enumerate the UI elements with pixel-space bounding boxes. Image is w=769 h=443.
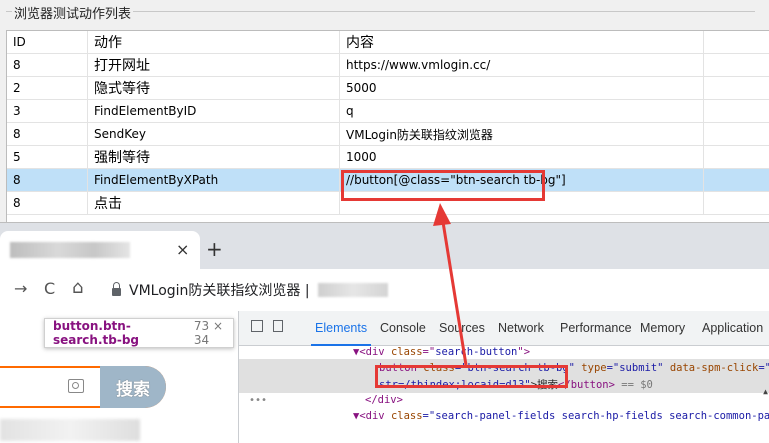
table-row[interactable]: 8 打开网址 https://www.vmlogin.cc/ xyxy=(7,54,769,77)
reload-icon[interactable]: C xyxy=(44,279,55,298)
tab-memory[interactable]: Memory xyxy=(640,321,685,335)
tooltip-selector: button.btn-search.tb-bg xyxy=(53,319,139,347)
camera-icon[interactable] xyxy=(68,379,84,393)
tab-application[interactable]: Application xyxy=(702,321,763,335)
row-id: 8 xyxy=(7,54,88,76)
devtools-highlight-box xyxy=(375,365,568,388)
tab-elements[interactable]: Elements xyxy=(310,321,372,346)
inspect-tooltip: button.btn-search.tb-bg 73 × 34 xyxy=(44,318,234,348)
row-id: 2 xyxy=(7,77,88,99)
table-row[interactable]: 3 FindElementByID q xyxy=(7,100,769,123)
table-row[interactable]: 5 强制等待 1000 xyxy=(7,146,769,169)
page-blurred-content xyxy=(0,419,140,441)
header-id[interactable]: ID xyxy=(7,31,88,53)
row-id: 3 xyxy=(7,100,88,122)
tooltip-size: 73 × 34 xyxy=(193,319,224,347)
scroll-up-icon[interactable]: ▲ xyxy=(763,387,768,396)
inspect-element-icon[interactable] xyxy=(251,320,263,332)
row-value: 5000 xyxy=(340,77,704,99)
code-line-4[interactable]: </div> xyxy=(365,394,403,406)
header-action[interactable]: 动作 xyxy=(88,31,340,53)
web-page: button.btn-search.tb-bg 73 × 34 搜索 xyxy=(0,311,238,443)
tab-console[interactable]: Console xyxy=(380,321,426,335)
row-id: 8 xyxy=(7,169,88,191)
table-row[interactable]: 2 隐式等待 5000 xyxy=(7,77,769,100)
row-action: FindElementByID xyxy=(88,100,340,122)
elements-tree[interactable]: ••• ▲ ▼<div class="search-button"> butto… xyxy=(239,345,769,443)
row-value: 1000 xyxy=(340,146,704,168)
browser-window: × + → C ⌂ VMLogin防关联指纹浏览器 | button.btn-s… xyxy=(0,222,769,443)
header-content[interactable]: 内容 xyxy=(340,31,704,53)
browser-toolbar: → C ⌂ VMLogin防关联指纹浏览器 | xyxy=(0,269,769,312)
row-action: 隐式等待 xyxy=(88,77,340,99)
browser-tab[interactable]: × xyxy=(0,231,200,269)
row-value: q xyxy=(340,100,704,122)
address-text: VMLogin防关联指纹浏览器 | xyxy=(129,283,310,299)
row-value: VMLogin防关联指纹浏览器 xyxy=(340,123,704,145)
more-icon[interactable]: ••• xyxy=(249,395,267,406)
row-action: 点击 xyxy=(88,192,340,214)
tab-bar: × + xyxy=(0,223,769,269)
panel-title: 浏览器测试动作列表 xyxy=(12,3,134,22)
tab-sources[interactable]: Sources xyxy=(439,321,485,335)
code-line-1[interactable]: ▼<div class="search-button"> xyxy=(353,346,530,358)
code-line-5[interactable]: ▼<div class="search-panel-fields search-… xyxy=(353,410,769,422)
action-list-panel: 浏览器测试动作列表 ID 动作 内容 8 打开网址 https://www.vm… xyxy=(0,0,769,223)
tab-network[interactable]: Network xyxy=(498,321,544,335)
table-row[interactable]: 8 SendKey VMLogin防关联指纹浏览器 xyxy=(7,123,769,146)
row-action: 强制等待 xyxy=(88,146,340,168)
row-id: 8 xyxy=(7,123,88,145)
close-icon[interactable]: × xyxy=(176,240,189,259)
address-blurred xyxy=(317,283,388,297)
search-button-label: 搜索 xyxy=(116,379,150,400)
row-action: 打开网址 xyxy=(88,54,340,76)
home-icon[interactable]: ⌂ xyxy=(72,277,83,298)
row-value: https://www.vmlogin.cc/ xyxy=(340,54,704,76)
device-toolbar-icon[interactable] xyxy=(273,320,283,332)
xpath-highlight-box xyxy=(341,170,545,201)
header-extra xyxy=(704,31,769,53)
tab-title-blurred xyxy=(10,242,130,258)
devtools-tabs: Elements Console Sources Network Perform… xyxy=(239,311,769,346)
forward-icon[interactable]: → xyxy=(14,279,27,298)
lock-icon xyxy=(112,282,121,296)
grid-header-row: ID 动作 内容 xyxy=(7,31,769,54)
row-id: 8 xyxy=(7,192,88,214)
new-tab-icon[interactable]: + xyxy=(206,237,223,261)
row-action: FindElementByXPath xyxy=(88,169,340,191)
tab-performance[interactable]: Performance xyxy=(560,321,632,335)
row-action: SendKey xyxy=(88,123,340,145)
search-button[interactable]: 搜索 xyxy=(100,366,166,408)
row-id: 5 xyxy=(7,146,88,168)
address-bar[interactable]: VMLogin防关联指纹浏览器 | xyxy=(112,275,632,305)
